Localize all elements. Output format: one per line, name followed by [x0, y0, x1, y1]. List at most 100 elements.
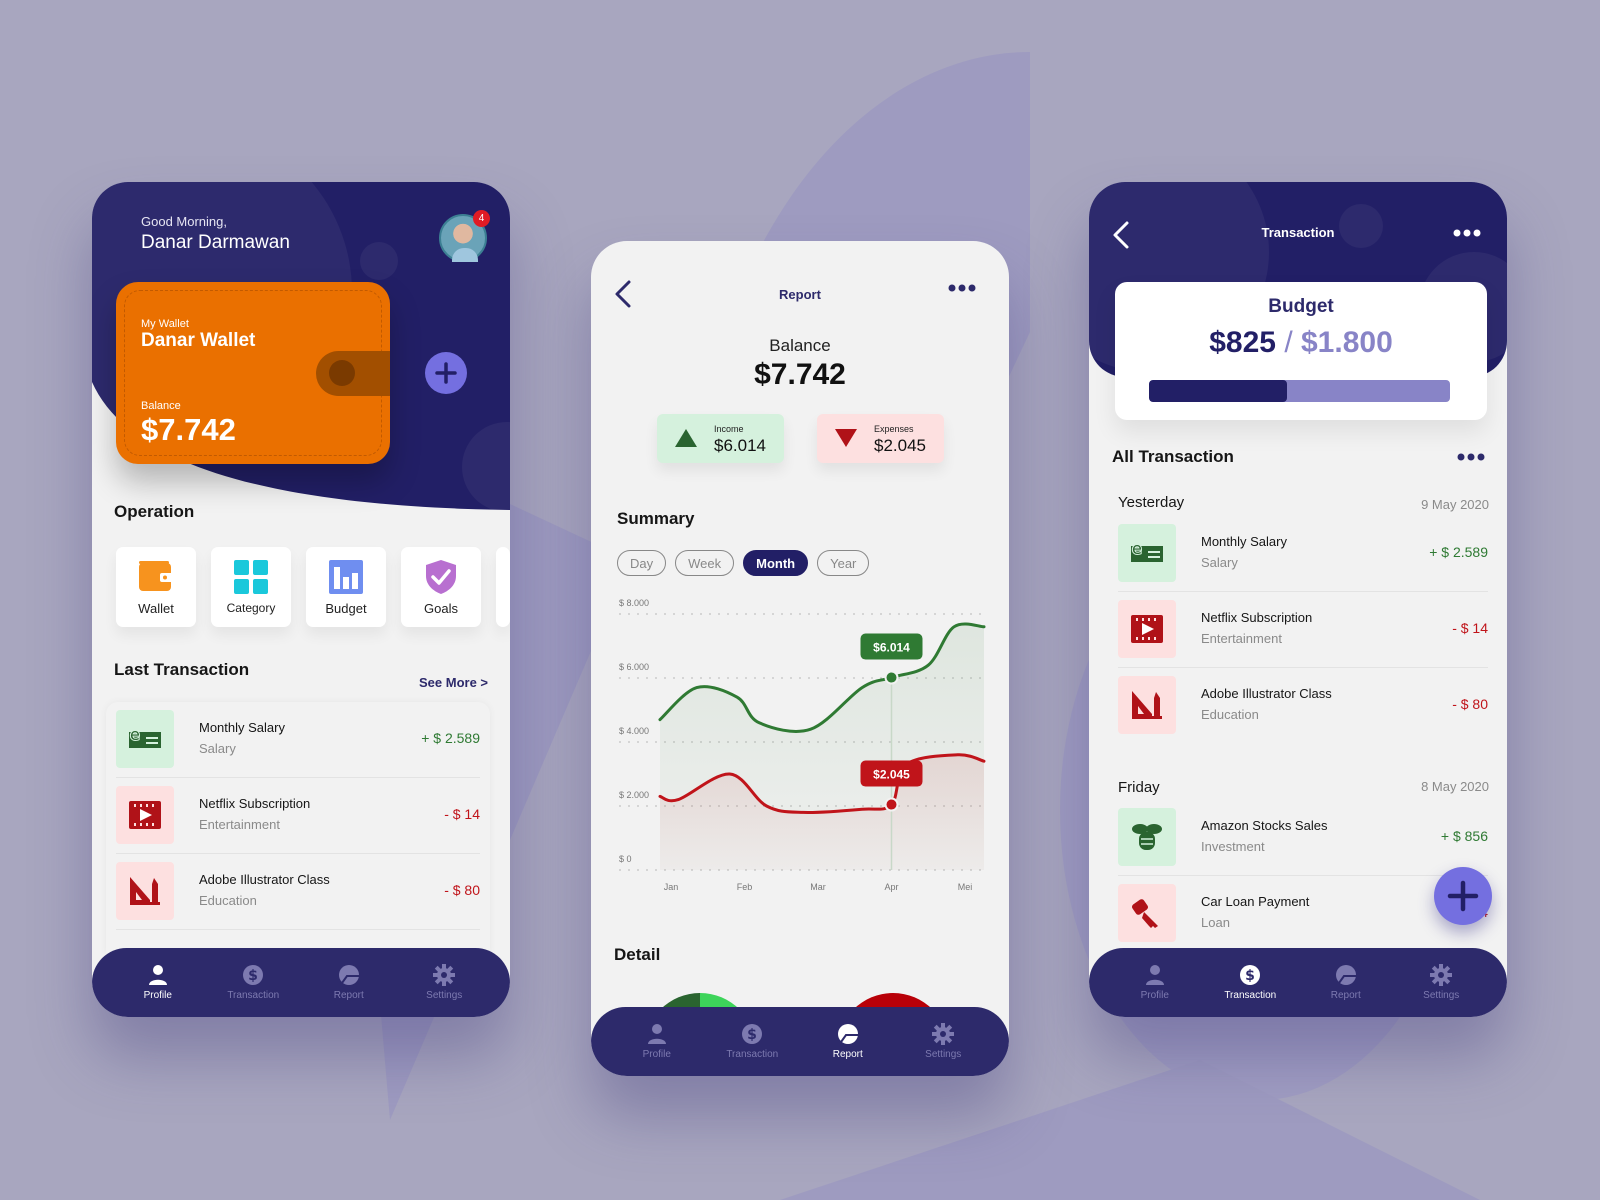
wallet-card[interactable]: My Wallet Danar Wallet Balance $7.742 — [116, 282, 390, 464]
group-date: 9 May 2020 — [1421, 497, 1489, 512]
transaction-row[interactable]: Car Loan Payment Loan - $ 4 — [1118, 876, 1488, 952]
income-label: Income — [714, 424, 744, 434]
svg-text:$: $ — [248, 968, 258, 984]
nav-report[interactable]: Report — [808, 1023, 888, 1060]
more-options-icon[interactable] — [1453, 228, 1481, 238]
transaction-amount: - $ 14 — [1452, 620, 1488, 636]
transaction-category: Entertainment — [199, 817, 280, 832]
transaction-amount: - $ 80 — [444, 882, 480, 898]
transaction-title: Adobe Illustrator Class — [199, 872, 330, 887]
y-tick-label: $ 4.000 — [619, 726, 649, 736]
transaction-title: Monthly Salary — [1201, 534, 1287, 549]
add-transaction-button[interactable] — [1434, 867, 1492, 925]
budget-card: Budget $825 / $1.800 — [1115, 282, 1487, 420]
operation-more[interactable] — [496, 547, 510, 627]
y-tick-label: $ 2.000 — [619, 790, 649, 800]
operation-budget[interactable]: Budget — [306, 547, 386, 627]
nav-report[interactable]: Report — [309, 964, 389, 1001]
y-tick-label: $ 6.000 — [619, 662, 649, 672]
tooltip-label-expenses: $2.045 — [873, 768, 910, 782]
svg-text:e: e — [1132, 539, 1142, 558]
x-tick-label: Apr — [884, 882, 898, 892]
svg-text:$: $ — [1245, 968, 1255, 984]
profile-icon — [1145, 965, 1164, 985]
more-options-icon[interactable] — [1457, 452, 1485, 462]
user-name: Danar Darmawan — [141, 232, 290, 253]
operation-category[interactable]: Category — [211, 547, 291, 627]
add-wallet-button[interactable] — [425, 352, 467, 394]
period-month[interactable]: Month — [743, 550, 809, 576]
svg-text:e: e — [130, 725, 140, 744]
transaction-icon-box — [1118, 884, 1176, 942]
nav-settings[interactable]: Settings — [404, 964, 484, 1001]
nav-transaction[interactable]: $ Transaction — [213, 964, 293, 1001]
last-transaction-title: Last Transaction — [114, 660, 250, 679]
transaction-title: Monthly Salary — [199, 720, 285, 735]
transaction-row[interactable]: Netflix Subscription Entertainment - $ 1… — [1118, 592, 1488, 668]
nav-label: Settings — [426, 990, 463, 1001]
nav-label: Report — [832, 1049, 863, 1060]
nav-label: Settings — [1423, 990, 1460, 1001]
bar-chart-icon — [329, 559, 363, 594]
transaction-category: Salary — [1201, 555, 1238, 570]
transaction-title: Netflix Subscription — [1201, 610, 1313, 625]
nav-settings[interactable]: Settings — [1401, 964, 1481, 1001]
expense-label: Expenses — [874, 424, 914, 434]
nav-transaction[interactable]: $ Transaction — [712, 1023, 792, 1060]
more-options-icon[interactable] — [948, 283, 976, 293]
home-screen: Good Morning, Danar Darmawan 4 My Wallet… — [92, 182, 510, 1017]
operation-wallet[interactable]: Wallet — [116, 547, 196, 627]
ruler-pencil-icon — [130, 877, 160, 905]
budget-separator: / — [1284, 326, 1293, 359]
see-more-link[interactable]: See More > — [419, 675, 488, 690]
wallet-balance: $7.742 — [141, 412, 236, 447]
highlight-point-income — [884, 670, 899, 685]
salary-icon: e — [129, 724, 161, 748]
transaction-icon-box: e — [1118, 524, 1176, 582]
detail-title: Detail — [614, 945, 661, 964]
gear-icon — [932, 1023, 955, 1045]
transaction-row[interactable]: Adobe Illustrator Class Education - $ 80 — [116, 854, 480, 930]
transaction-category: Investment — [1201, 839, 1265, 854]
coins-icon — [1132, 824, 1162, 850]
x-tick-label: Jan — [664, 882, 679, 892]
period-week[interactable]: Week — [675, 550, 735, 576]
period-year[interactable]: Year — [817, 550, 870, 576]
group-label: Friday — [1118, 779, 1160, 796]
nav-transaction[interactable]: $ Transaction — [1210, 964, 1290, 1001]
dollar-icon: $ — [1240, 965, 1261, 985]
nav-label: Transaction — [726, 1049, 779, 1060]
arrow-down-icon — [835, 429, 857, 447]
transaction-row[interactable]: Adobe Illustrator Class Education - $ 80 — [1118, 668, 1488, 744]
summary-chart: $ 0 $ 2.000 $ 4.000 $ 6.000 $ 8.000 Jan Feb Mar… — [619, 598, 986, 892]
period-day[interactable]: Day — [617, 550, 667, 576]
transaction-amount: + $ 856 — [1440, 828, 1488, 844]
nav-label: Transaction — [227, 990, 280, 1001]
transaction-amount: - $ 14 — [444, 806, 480, 822]
wallet-balance-label: Balance — [141, 400, 181, 412]
nav-report[interactable]: Report — [1306, 964, 1386, 1001]
pie-chart-icon — [837, 1024, 858, 1044]
nav-settings[interactable]: Settings — [903, 1023, 983, 1060]
transaction-row[interactable]: Amazon Stocks Sales Investment + $ 856 — [1118, 800, 1488, 876]
grid-icon — [234, 560, 268, 594]
transaction-row[interactable]: e Monthly Salary Salary + $ 2.589 — [1118, 516, 1488, 592]
nav-profile[interactable]: Profile — [617, 1023, 697, 1060]
wallet-icon — [139, 560, 173, 591]
period-selector: Day Week Month Year — [617, 550, 870, 576]
all-transaction-title: All Transaction — [1112, 447, 1234, 466]
expense-card: Expenses $2.045 — [817, 414, 944, 463]
operation-goals[interactable]: Goals — [401, 547, 481, 627]
transaction-row[interactable]: e Monthly Salary Salary + $ 2.589 — [116, 702, 480, 778]
budget-total: $1.800 — [1301, 326, 1393, 359]
summary-title: Summary — [617, 509, 695, 528]
transaction-row[interactable]: Netflix Subscription Entertainment - $ 1… — [116, 778, 480, 854]
nav-profile[interactable]: Profile — [118, 964, 198, 1001]
car-key-icon — [1132, 899, 1158, 928]
nav-profile[interactable]: Profile — [1115, 964, 1195, 1001]
transaction-icon-box — [116, 786, 174, 844]
arrow-up-icon — [675, 429, 697, 447]
notification-badge: 4 — [473, 210, 490, 227]
operation-label: Goals — [424, 600, 458, 616]
bottom-nav: Profile $ Transaction Report Settings — [591, 1007, 1009, 1076]
